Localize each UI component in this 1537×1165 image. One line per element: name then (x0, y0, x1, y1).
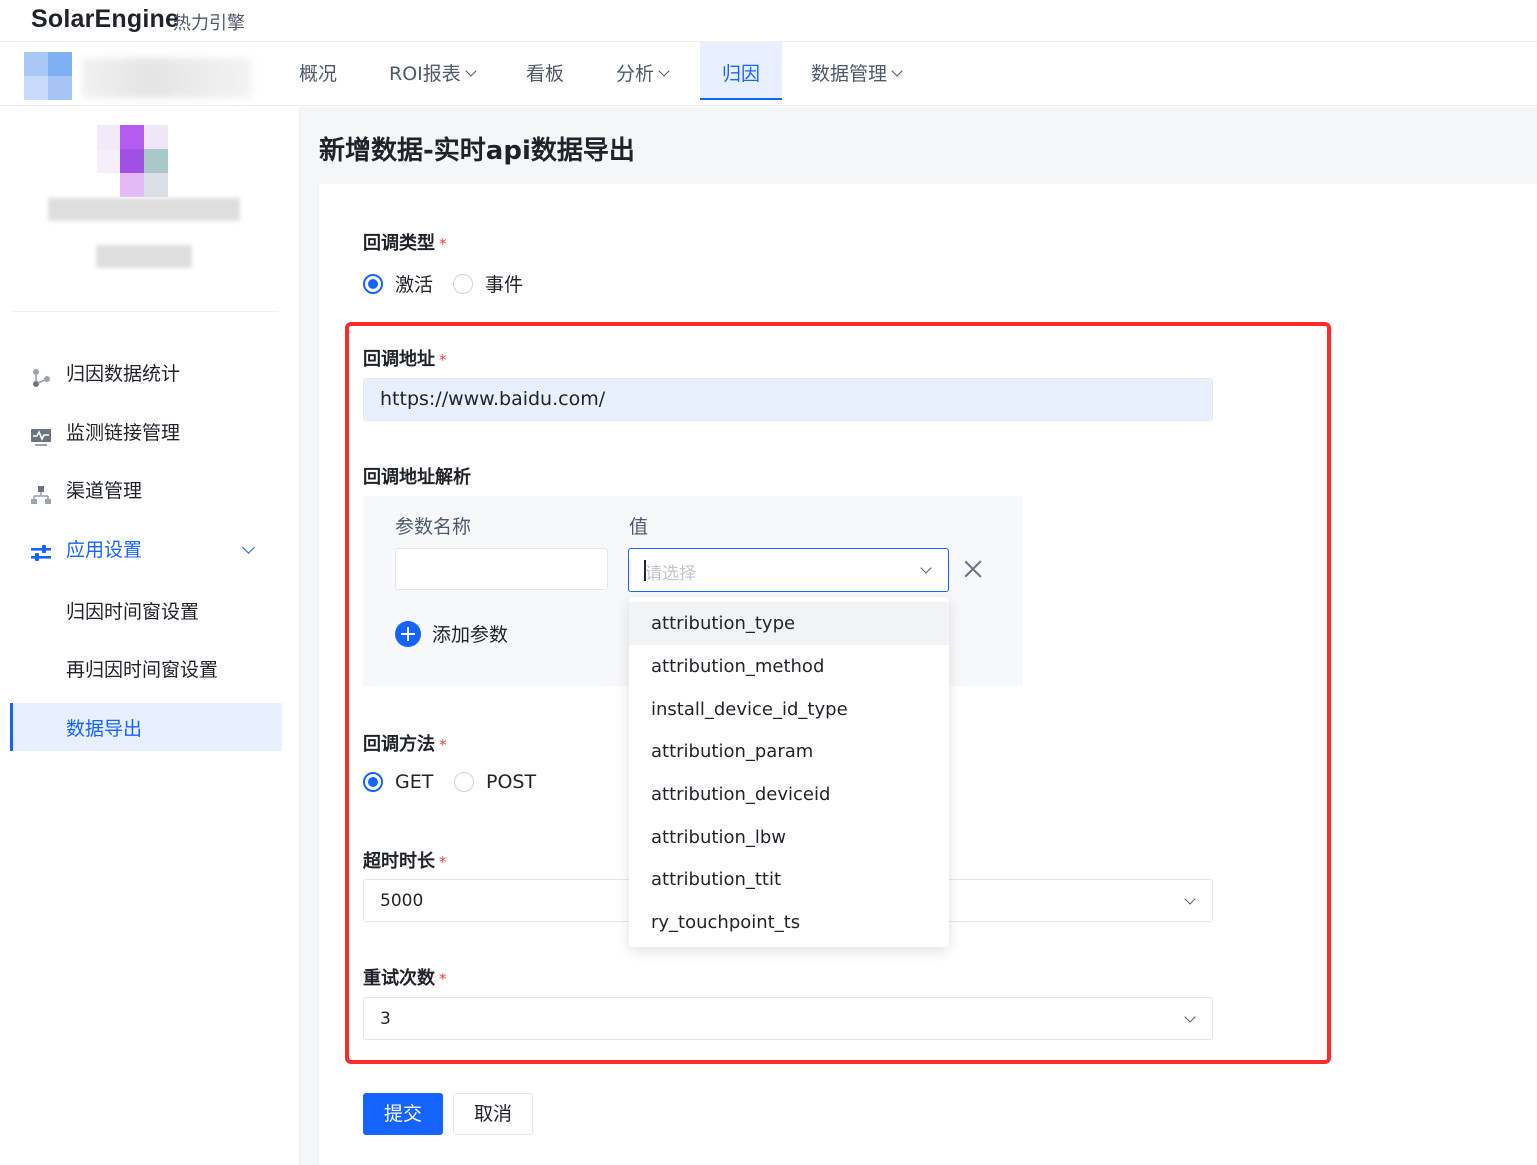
sidebar-item-label: 渠道管理 (66, 480, 143, 502)
chevron-down-icon (1184, 893, 1196, 905)
plus-circle-icon (395, 620, 421, 647)
sidebar-item-monitor-links[interactable]: 监测链接管理 (30, 413, 180, 453)
app-title-redacted (48, 198, 240, 221)
nav-roi-report[interactable]: ROI报表 (389, 42, 477, 100)
nav-attribution[interactable]: 归因 (700, 42, 783, 100)
chevron-down-icon (465, 65, 477, 77)
select-placeholder: 请选择 (645, 564, 696, 584)
app-meta-redacted (96, 245, 192, 268)
dropdown-option[interactable]: attribution_lbw (629, 816, 949, 859)
param-value-select[interactable]: 请选择 (628, 548, 949, 592)
sidebar-item-label: 归因数据统计 (66, 363, 181, 385)
sidebar-item-app-settings[interactable]: 应用设置 (30, 530, 142, 570)
timeout-label: 超时时长 * (363, 851, 447, 872)
chevron-down-icon (1184, 1011, 1196, 1023)
sidebar-divider (12, 311, 278, 312)
radio-get[interactable]: GET (363, 771, 433, 793)
dropdown-option[interactable]: attribution_method (629, 645, 949, 688)
retry-label: 重试次数 * (363, 968, 447, 989)
value-dropdown-menu: attribution_type attribution_method inst… (629, 597, 949, 947)
dropdown-option[interactable]: attribution_param (629, 730, 949, 773)
param-name-header: 参数名称 (395, 516, 472, 538)
param-value-header: 值 (629, 516, 649, 538)
sidebar-item-label: 监测链接管理 (66, 422, 181, 444)
radio-checked-icon (363, 772, 383, 792)
nav-analysis[interactable]: 分析 (616, 42, 670, 100)
app-icon[interactable] (24, 52, 72, 100)
dropdown-option[interactable]: attribution_ttit (629, 858, 949, 901)
sidebar-subitem-reattribution-window[interactable]: 再归因时间窗设置 (66, 655, 218, 682)
callback-url-input[interactable]: https://www.baidu.com/ (363, 378, 1213, 421)
dropdown-option[interactable]: install_device_id_type (629, 688, 949, 731)
radio-checked-icon (363, 273, 383, 294)
brand-subtitle: 热力引擎 (173, 13, 245, 34)
callback-method-label: 回调方法 * (363, 734, 447, 755)
chevron-down-icon (920, 562, 932, 574)
nav-overview[interactable]: 概况 (299, 42, 337, 100)
nav-dashboard[interactable]: 看板 (526, 42, 564, 100)
callback-url-label: 回调地址 * (363, 349, 447, 370)
settings-sliders-icon (30, 539, 52, 561)
nav-data-management[interactable]: 数据管理 (811, 42, 903, 100)
channel-icon (30, 480, 52, 504)
brand-logo[interactable]: SolarEngine (31, 5, 179, 34)
sidebar-item-channels[interactable]: 渠道管理 (30, 471, 142, 511)
radio-unchecked-icon (454, 772, 474, 792)
submit-button[interactable]: 提交 (363, 1093, 443, 1135)
app-name-redacted[interactable] (82, 58, 252, 98)
dropdown-option[interactable]: ry_touchpoint_ts (629, 901, 949, 944)
radio-activation[interactable]: 激活 (363, 270, 433, 297)
sidebar-item-attribution-stats[interactable]: 归因数据统计 (30, 354, 180, 394)
param-name-input[interactable] (395, 548, 608, 590)
dropdown-option[interactable]: attribution_type (629, 602, 949, 645)
page-title: 新增数据-实时api数据导出 (319, 136, 635, 166)
chevron-down-icon (658, 65, 670, 77)
top-header: SolarEngine 热力引擎 (0, 0, 1537, 42)
radio-post[interactable]: POST (454, 771, 536, 793)
chevron-down-icon (891, 65, 903, 77)
radio-event[interactable]: 事件 (453, 270, 523, 297)
dropdown-option[interactable]: attribution_deviceid (629, 773, 949, 816)
url-parse-label: 回调地址解析 (363, 467, 471, 488)
radio-unchecked-icon (453, 273, 473, 294)
sidebar-item-label: 应用设置 (66, 539, 143, 561)
callback-type-label: 回调类型 * (363, 233, 447, 254)
retry-select[interactable]: 3 (363, 997, 1213, 1040)
close-icon[interactable] (962, 558, 984, 580)
sidebar-subitem-data-export[interactable]: 数据导出 (10, 703, 282, 751)
sidebar-subitem-attribution-window[interactable]: 归因时间窗设置 (66, 597, 199, 624)
attribution-stats-icon (30, 363, 52, 387)
monitor-link-icon (30, 422, 52, 446)
app-avatar-redacted (97, 125, 193, 197)
cancel-button[interactable]: 取消 (453, 1093, 533, 1135)
add-param-button[interactable]: 添加参数 (395, 620, 508, 647)
